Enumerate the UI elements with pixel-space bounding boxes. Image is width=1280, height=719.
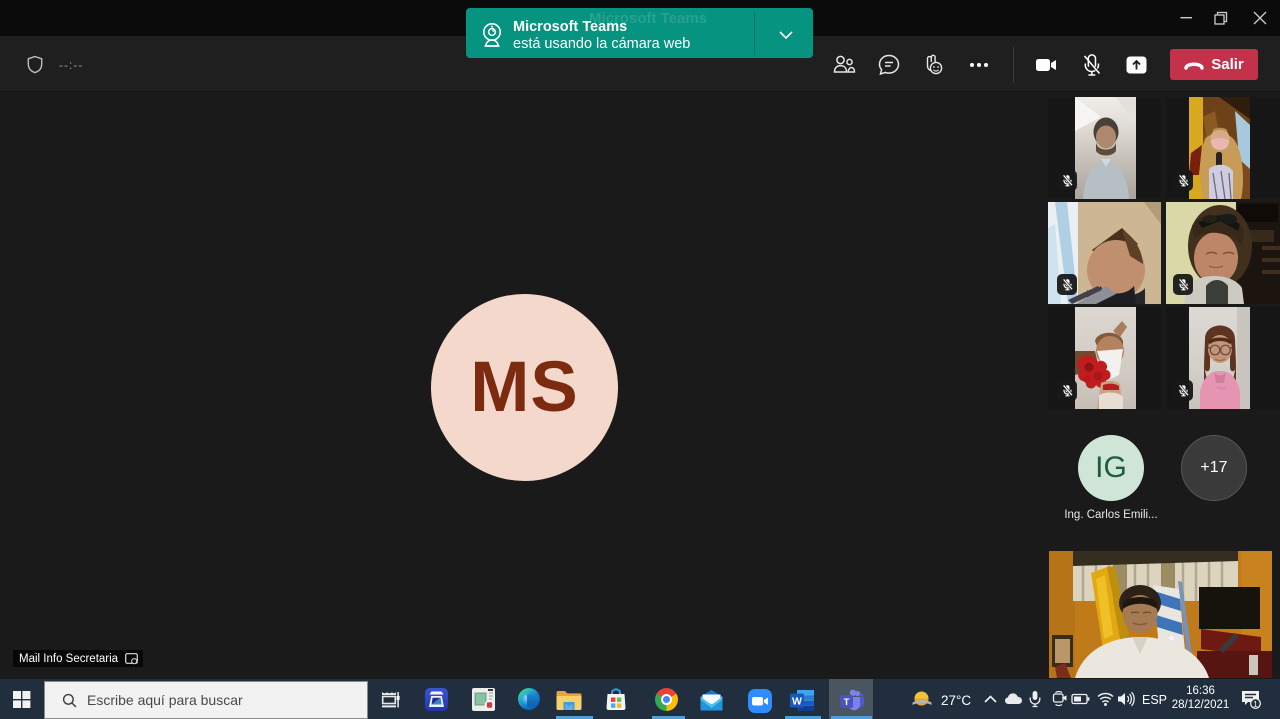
svg-text:W: W <box>792 696 802 708</box>
svg-text:1: 1 <box>1253 699 1258 709</box>
svg-text:T: T <box>844 697 850 708</box>
